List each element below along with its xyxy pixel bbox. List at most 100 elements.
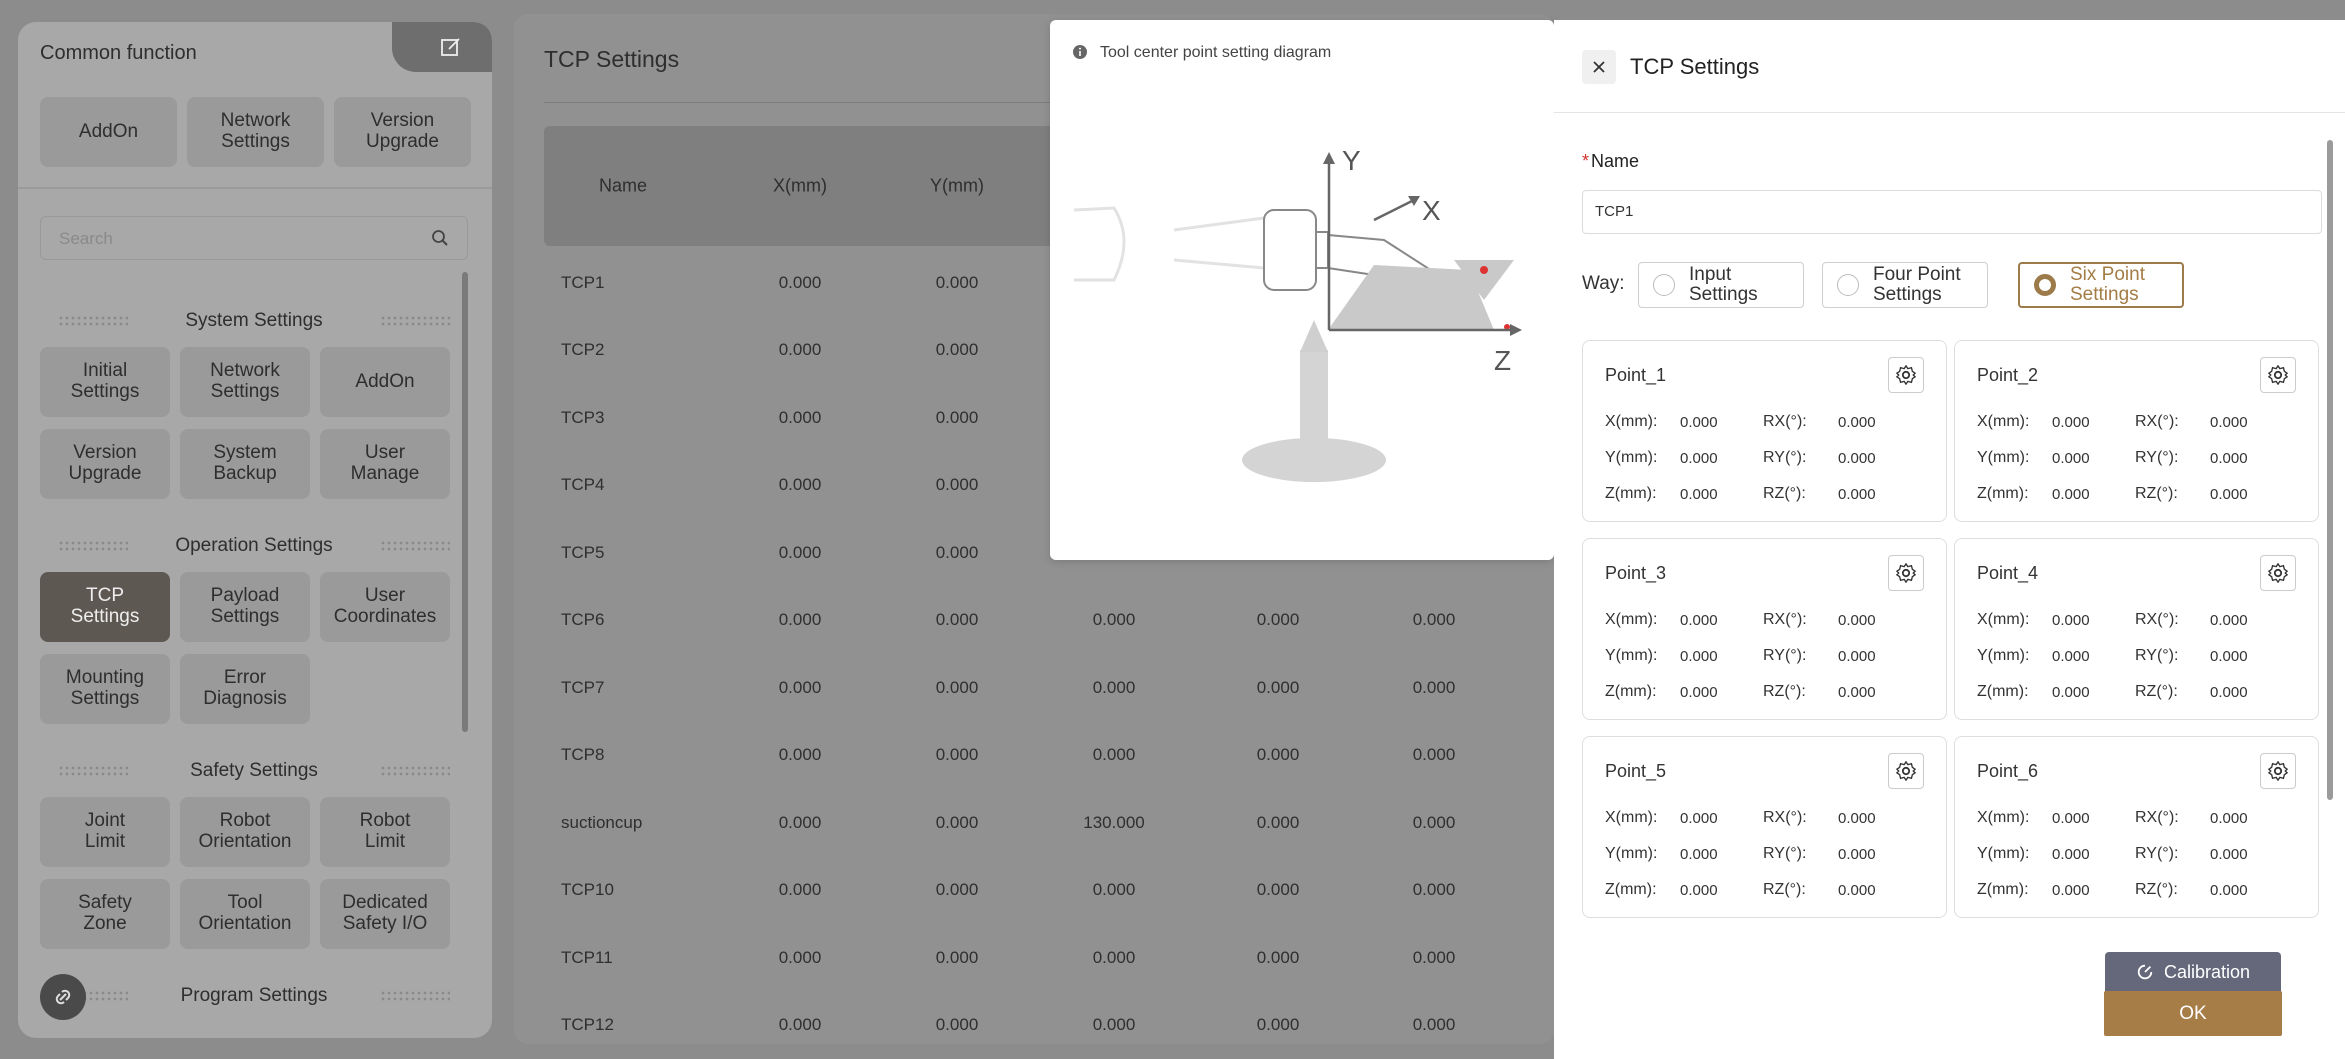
value-cell: 0.000 <box>1256 947 1300 967</box>
x-value: 0.000 <box>2052 612 2090 629</box>
drawer-scrollbar[interactable] <box>2327 140 2333 800</box>
capture-point-button[interactable] <box>2260 753 2296 789</box>
search-icon[interactable] <box>431 229 449 247</box>
capture-point-button[interactable] <box>1888 753 1924 789</box>
x-axis-label: X <box>1422 195 1441 226</box>
edit-icon[interactable] <box>440 36 462 58</box>
search-field[interactable]: Search <box>40 216 468 260</box>
name-field[interactable]: TCP1 <box>1582 190 2322 234</box>
assistant-button[interactable] <box>40 974 86 1020</box>
value-cell: 0.000 <box>1412 812 1456 832</box>
radio-indicator[interactable] <box>1837 274 1859 296</box>
value-cell: 0.000 <box>1092 880 1136 899</box>
sidebar-item-user-coordinates[interactable]: User Coordinates <box>320 572 450 642</box>
gear-icon <box>2268 365 2288 385</box>
way-option-six-point-settings[interactable]: Six Point Settings <box>2018 262 2184 308</box>
z-value: 0.000 <box>1680 882 1718 899</box>
table-row[interactable]: TCP70.0000.0000.0000.0000.0000. <box>544 654 1554 721</box>
x-value: 0.000 <box>1680 810 1718 827</box>
capture-point-button[interactable] <box>1888 555 1924 591</box>
way-option-four-point-settings[interactable]: Four Point Settings <box>1822 262 1988 308</box>
sidebar-item-joint-limit[interactable]: Joint Limit <box>40 797 170 867</box>
value-cell: 0.000 <box>935 407 979 427</box>
section-title: Program Settings <box>180 985 328 1006</box>
sidebar-item-safety-zone[interactable]: Safety Zone <box>40 879 170 949</box>
radio-indicator[interactable] <box>1653 274 1675 296</box>
rz-value: 0.000 <box>1838 882 1876 899</box>
tcp-name-cell: TCP7 <box>561 677 605 697</box>
x-label: X(mm): <box>1977 413 2030 430</box>
table-row[interactable]: TCP120.0000.0000.0000.0000.0000. <box>544 992 1554 1045</box>
value-cell: 0.000 <box>935 745 979 764</box>
capture-point-button[interactable] <box>1888 357 1924 393</box>
way-option-label: Four Point Settings <box>1873 264 1961 305</box>
ry-value: 0.000 <box>1838 450 1876 467</box>
point-title: Point_1 <box>1605 365 1667 385</box>
section-grid: Joint Limit Robot Orientation Robot Limit S… <box>40 797 450 949</box>
column-header-name: Name <box>598 175 648 196</box>
gear-icon <box>1896 563 1916 583</box>
value-cell: 0.000 <box>1092 947 1136 967</box>
ry-label: RY(°): <box>2135 449 2179 466</box>
favorite-tile-version-upgrade[interactable]: Version Upgrade <box>334 97 471 167</box>
point-card-4: Point_4 X(mm): 0.000 RX(°): 0.000 Y(mm): 0.000… <box>1954 538 2319 720</box>
favorite-tile-network-settings[interactable]: Network Settings <box>187 97 324 167</box>
rz-label: RZ(°): <box>1763 485 1806 502</box>
point-title: Point_3 <box>1605 563 1667 583</box>
sidebar-item-robot-orientation[interactable]: Robot Orientation <box>180 797 310 867</box>
z-axis-label: Z <box>1494 345 1511 376</box>
capture-point-button[interactable] <box>2260 357 2296 393</box>
table-row[interactable]: suctioncup0.0000.000130.0000.0000.000-90 <box>544 789 1554 856</box>
sidebar-item-payload-settings[interactable]: Payload Settings <box>180 572 310 642</box>
sidebar-item-system-backup[interactable]: System Backup <box>180 429 310 499</box>
z-label: Z(mm): <box>1977 485 2029 502</box>
favorite-tile-addon[interactable]: AddOn <box>40 97 177 167</box>
sidebar-item-user-manage[interactable]: User Manage <box>320 429 450 499</box>
x-value: 0.000 <box>1680 414 1718 431</box>
sidebar-item-initial-settings[interactable]: Initial Settings <box>40 347 170 417</box>
value-cell: 0.000 <box>935 880 979 899</box>
sidebar-scrollbar[interactable] <box>462 272 468 732</box>
ry-label: RY(°): <box>2135 845 2179 862</box>
sidebar-item-tcp-settings[interactable]: TCP Settings <box>40 572 170 642</box>
tcp-name-cell: suctioncup <box>561 812 643 832</box>
calibration-icon <box>2137 964 2153 980</box>
capture-point-button[interactable] <box>2260 555 2296 591</box>
table-row[interactable]: TCP100.0000.0000.0000.0000.0000. <box>544 857 1554 924</box>
ry-label: RY(°): <box>1763 647 1807 664</box>
table-row[interactable]: TCP110.0000.0000.0000.0000.0000. <box>544 924 1554 991</box>
y-value: 0.000 <box>2052 846 2090 863</box>
search-input[interactable]: Search <box>59 229 113 249</box>
value-cell: 0.000 <box>1256 1015 1300 1034</box>
table-row[interactable]: TCP60.0000.0000.0000.0000.0000. <box>544 587 1554 654</box>
table-row[interactable]: TCP80.0000.0000.0000.0000.0000. <box>544 722 1554 789</box>
radio-indicator[interactable] <box>2034 274 2056 296</box>
close-button[interactable] <box>1582 50 1616 84</box>
rz-label: RZ(°): <box>1763 683 1806 700</box>
ry-value: 0.000 <box>2210 846 2248 863</box>
way-option-input-settings[interactable]: Input Settings <box>1638 262 1804 308</box>
sidebar-item-mounting-settings[interactable]: Mounting Settings <box>40 654 170 724</box>
y-label: Y(mm): <box>1605 845 1658 862</box>
x-value: 0.000 <box>2052 414 2090 431</box>
sidebar-item-network-settings[interactable]: Network Settings <box>180 347 310 417</box>
sidebar-item-version-upgrade[interactable]: Version Upgrade <box>40 429 170 499</box>
point-title: Point_6 <box>1977 761 2039 781</box>
tcp-diagram-popover: Tool center point setting diagram Y X Z <box>1050 20 1554 560</box>
value-cell: 0.000 <box>778 407 822 427</box>
rz-value: 0.000 <box>2210 882 2248 899</box>
gear-icon <box>2268 761 2288 781</box>
way-option-label: Input Settings <box>1689 264 1758 305</box>
z-value: 0.000 <box>2052 486 2090 503</box>
calibration-button[interactable]: Calibration <box>2105 952 2281 992</box>
sidebar-item-tool-orientation[interactable]: Tool Orientation <box>180 879 310 949</box>
sidebar-item-addon[interactable]: AddOn <box>320 347 450 417</box>
tcp-settings-drawer: TCP Settings * Name TCP1 Way: Input Setti… <box>1554 20 2345 1059</box>
sidebar-item-error-diagnosis[interactable]: Error Diagnosis <box>180 654 310 724</box>
value-cell: 0.000 <box>1256 677 1300 697</box>
value-cell: 0.000 <box>935 947 979 967</box>
ry-label: RY(°): <box>1763 449 1807 466</box>
sidebar-item-dedicated-safety-i-o[interactable]: Dedicated Safety I/O <box>320 879 450 949</box>
ok-button[interactable]: OK <box>2104 991 2282 1036</box>
sidebar-item-robot-limit[interactable]: Robot Limit <box>320 797 450 867</box>
